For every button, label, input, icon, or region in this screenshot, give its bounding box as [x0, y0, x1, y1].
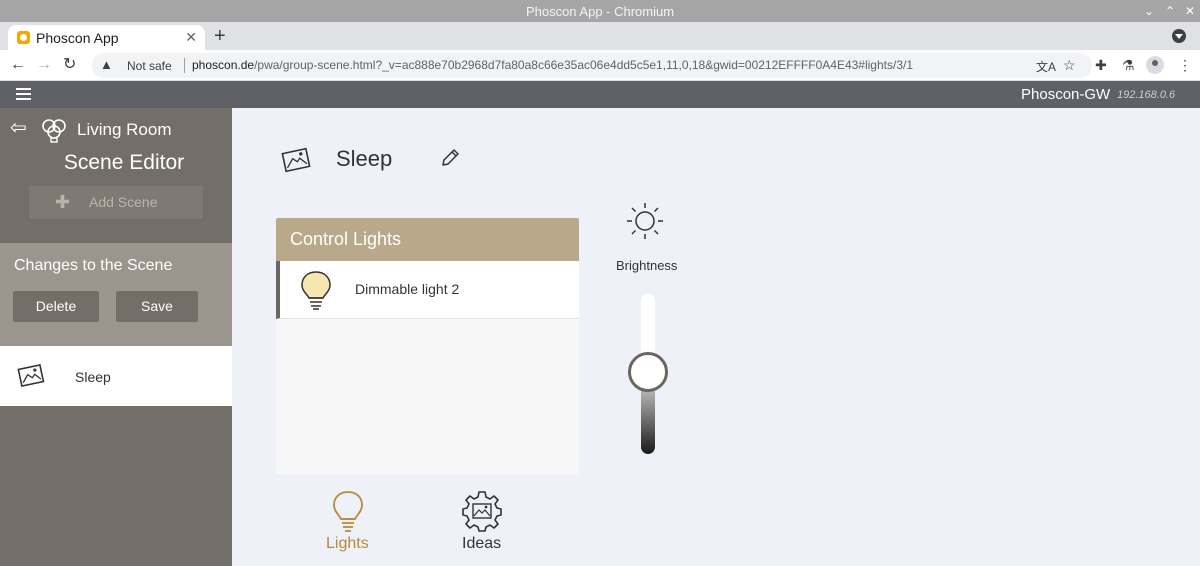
minimize-icon[interactable]: ⌄ [1141, 3, 1157, 19]
ideas-gear-icon [462, 491, 502, 532]
phoscon-favicon-icon [17, 31, 30, 44]
light-bulb-icon [333, 491, 363, 532]
tab-ideas-label: Ideas [462, 535, 502, 552]
add-scene-label: Add Scene [89, 194, 158, 210]
brightness-slider-handle[interactable] [628, 352, 668, 392]
extensions-icon[interactable]: ✚ [1095, 56, 1107, 74]
tab-ideas[interactable]: Ideas [454, 489, 510, 555]
back-arrow-icon[interactable]: ⇦ [10, 118, 27, 138]
tab-search-icon[interactable] [1172, 29, 1186, 43]
scene-list-item-label: Sleep [75, 369, 111, 385]
tab-strip: Phoscon App ✕ + [0, 22, 1200, 50]
browser-menu-icon[interactable]: ⋮ [1178, 56, 1192, 74]
window-titlebar: Phoscon App - Chromium ⌄ ⌃ ✕ [0, 0, 1200, 22]
save-button[interactable]: Save [116, 291, 198, 322]
scene-picture-icon [281, 147, 311, 173]
scene-picture-icon [17, 363, 45, 388]
edit-pencil-icon[interactable] [439, 147, 461, 169]
profile-avatar-icon[interactable] [1146, 56, 1164, 74]
light-list-item[interactable]: Dimmable light 2 [276, 261, 579, 319]
app-header: Phoscon-GW 192.168.0.6 [0, 81, 1200, 108]
window-title: Phoscon App - Chromium [525, 4, 675, 19]
browser-toolbar: ← → ↻ ▲ Not safe phoscon.de/pwa/group-sc… [0, 50, 1200, 81]
delete-button[interactable]: Delete [13, 291, 99, 322]
gateway-ip: 192.168.0.6 [1117, 89, 1176, 101]
gateway-name: Phoscon-GW [1021, 86, 1111, 103]
brightness-label: Brightness [616, 258, 678, 273]
url-host: phoscon.de [192, 58, 255, 72]
tab-lights[interactable]: Lights [319, 489, 379, 555]
scene-editor-title: Scene Editor [63, 151, 185, 174]
forward-icon[interactable]: → [36, 56, 52, 74]
add-scene-button[interactable]: ✚ Add Scene [29, 186, 203, 219]
light-bulb-icon [301, 271, 331, 310]
room-name: Living Room [77, 120, 172, 139]
control-lights-panel: Control Lights Dimmable light 2 [276, 218, 579, 474]
new-tab-icon[interactable]: + [214, 25, 226, 47]
room-bulbs-icon [42, 119, 66, 143]
maximize-icon[interactable]: ⌃ [1162, 3, 1178, 19]
security-label[interactable]: Not safe [127, 59, 172, 73]
scene-changes-section: Changes to the Scene Delete Save [0, 243, 232, 346]
scene-list-item[interactable]: Sleep [0, 346, 232, 406]
url-text[interactable]: phoscon.de/pwa/group-scene.html?_v=ac888… [192, 58, 913, 72]
changes-title: Changes to the Scene [14, 257, 173, 274]
bookmark-star-icon[interactable]: ☆ [1063, 56, 1076, 74]
hamburger-menu-icon[interactable] [16, 88, 31, 101]
close-window-icon[interactable]: ✕ [1182, 3, 1198, 19]
browser-tab[interactable]: Phoscon App ✕ [8, 25, 205, 50]
sidebar-header: ⇦ Living Room Scene Editor ✚ Add Scene [0, 108, 232, 243]
close-tab-icon[interactable]: ✕ [185, 29, 197, 45]
url-path: /pwa/group-scene.html?_v=ac888e70b2968d7… [254, 58, 914, 72]
main-content: Sleep Control Lights Dimmable light 2 Br… [232, 108, 1200, 566]
brightness-sun-icon [627, 203, 663, 239]
back-icon[interactable]: ← [10, 56, 26, 74]
panel-title: Control Lights [290, 229, 402, 249]
sidebar: ⇦ Living Room Scene Editor ✚ Add Scene C… [0, 108, 232, 566]
labs-flask-icon[interactable]: ⚗ [1122, 56, 1135, 74]
address-divider [184, 58, 185, 73]
reload-icon[interactable]: ↻ [63, 56, 76, 74]
panel-header: Control Lights [276, 218, 579, 261]
warning-icon[interactable]: ▲ [100, 57, 113, 72]
address-bar[interactable]: ▲ Not safe phoscon.de/pwa/group-scene.ht… [92, 53, 1092, 78]
add-icon: ✚ [55, 192, 71, 212]
light-name: Dimmable light 2 [355, 281, 460, 297]
translate-icon[interactable]: 文A [1036, 58, 1056, 76]
tab-lights-label: Lights [326, 535, 369, 552]
scene-title: Sleep [336, 146, 393, 171]
browser-tab-title: Phoscon App [36, 30, 119, 46]
